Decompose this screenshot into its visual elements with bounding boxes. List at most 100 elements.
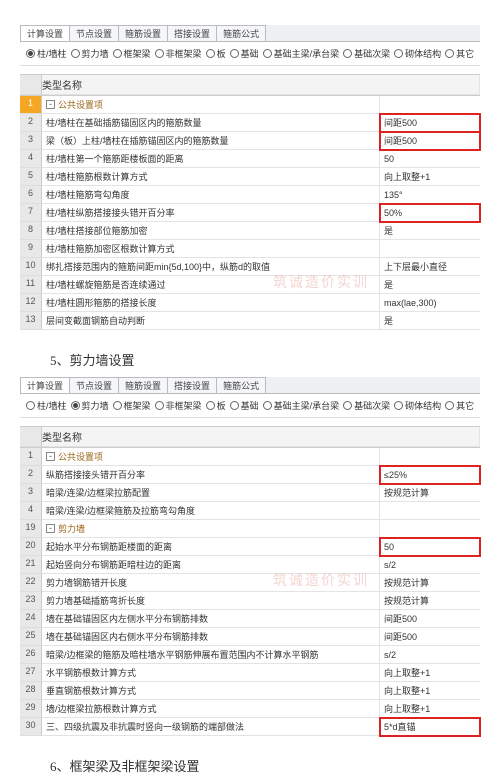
row-value[interactable]: s/2 (380, 646, 480, 664)
tab-calc-settings[interactable]: 计算设置 (20, 25, 70, 41)
table-row[interactable]: 11 柱/墙柱螺旋箍筋是否连续通过是 (20, 276, 480, 294)
row-value[interactable]: 间距500 (380, 132, 480, 150)
table-row[interactable]: 4 柱/墙柱第一个箍筋距楼板面的距离50 (20, 150, 480, 168)
filter-radio[interactable]: 柱/墙柱 (26, 47, 67, 60)
row-value[interactable]: 按规范计算 (380, 484, 480, 502)
row-value[interactable] (380, 502, 480, 520)
filter-radio[interactable]: 其它 (445, 47, 474, 60)
row-value[interactable]: 50 (380, 538, 480, 556)
row-value[interactable]: 50% (380, 204, 480, 222)
filter-label: 板 (217, 399, 226, 412)
filter-radio[interactable]: 柱/墙柱 (26, 399, 67, 412)
table-row[interactable]: 3 暗梁/连梁/边框梁拉筋配置按规范计算 (20, 484, 480, 502)
row-name: 柱/墙柱螺旋箍筋是否连续通过 (42, 276, 380, 294)
grid-header-2: 类型名称 (20, 426, 480, 448)
filter-radio[interactable]: 板 (206, 399, 226, 412)
filter-radio[interactable]: 框架梁 (113, 399, 151, 412)
row-number: 1 (20, 448, 42, 466)
row-value[interactable]: 50 (380, 150, 480, 168)
row-value[interactable]: 是 (380, 276, 480, 294)
row-value[interactable]: 间距500 (380, 114, 480, 132)
row-name: 起始水平分布钢筋距楼面的距离 (42, 538, 380, 556)
table-row[interactable]: 22 剪力墙钢筋错开长度按规范计算 (20, 574, 480, 592)
table-row[interactable]: 29 墙/边框梁拉筋根数计算方式向上取整+1 (20, 700, 480, 718)
table-row[interactable]: 8 柱/墙柱搭接部位箍筋加密是 (20, 222, 480, 240)
table-row[interactable]: 4 暗梁/连梁/边框梁箍筋及拉筋弯勾角度 (20, 502, 480, 520)
row-value[interactable]: 向上取整+1 (380, 664, 480, 682)
filter-radio[interactable]: 其它 (445, 399, 474, 412)
filter-label: 基础次梁 (354, 399, 390, 412)
filter-radio[interactable]: 基础主梁/承台梁 (263, 399, 340, 412)
row-value[interactable]: 向上取整+1 (380, 682, 480, 700)
table-row[interactable]: 23 剪力墙基础插筋弯折长度按规范计算 (20, 592, 480, 610)
row-name: 柱/墙柱搭接部位箍筋加密 (42, 222, 380, 240)
row-value[interactable]: 向上取整+1 (380, 700, 480, 718)
tab-hoop-formula[interactable]: 箍筋公式 (216, 25, 266, 41)
tab-hoop-settings[interactable]: 箍筋设置 (118, 25, 168, 41)
tab-node-settings[interactable]: 节点设置 (69, 25, 119, 41)
row-value[interactable]: 上下层最小直径 (380, 258, 480, 276)
row-value[interactable]: 是 (380, 312, 480, 330)
row-value[interactable]: 5*d直锚 (380, 718, 480, 736)
filter-radio[interactable]: 基础次梁 (343, 47, 390, 60)
collapse-icon[interactable]: - (46, 524, 55, 533)
grid-header: 类型名称 (20, 74, 480, 96)
row-value[interactable]: 按规范计算 (380, 574, 480, 592)
table-row[interactable]: 2 柱/墙柱在基础插筋锚固区内的箍筋数量间距500 (20, 114, 480, 132)
table-row[interactable]: 12 柱/墙柱圆形箍筋的搭接长度max(lae,300) (20, 294, 480, 312)
collapse-icon[interactable]: - (46, 452, 55, 461)
row-value[interactable]: 间距500 (380, 628, 480, 646)
row-value[interactable]: ≤25% (380, 466, 480, 484)
row-name: 柱/墙柱在基础插筋锚固区内的箍筋数量 (42, 114, 380, 132)
tab-lap-settings[interactable]: 搭接设置 (167, 25, 217, 41)
group-shearwall[interactable]: 19 -剪力墙 (20, 520, 480, 538)
table-row[interactable]: 21 起始竖向分布钢筋距暗柱边的距离s/2 (20, 556, 480, 574)
row-number: 22 (20, 574, 42, 592)
filter-radio[interactable]: 基础 (230, 399, 259, 412)
table-row[interactable]: 20 起始水平分布钢筋距楼面的距离50 (20, 538, 480, 556)
table-row[interactable]: 3 梁（板）上柱/墙柱在插筋锚固区内的箍筋数量间距500 (20, 132, 480, 150)
group-public-settings-2[interactable]: 1 -公共设置项 (20, 448, 480, 466)
filter-radio[interactable]: 非框架梁 (155, 399, 202, 412)
row-value[interactable]: 135° (380, 186, 480, 204)
filter-label: 板 (217, 47, 226, 60)
table-row[interactable]: 2 纵筋搭接接头错开百分率≤25% (20, 466, 480, 484)
table-row[interactable]: 13 层间变截面钢筋自动判断是 (20, 312, 480, 330)
filter-radio[interactable]: 剪力墙 (71, 47, 109, 60)
table-row[interactable]: 27 水平钢筋根数计算方式向上取整+1 (20, 664, 480, 682)
tab-calc-settings[interactable]: 计算设置 (20, 377, 70, 393)
table-row[interactable]: 25 墙在基础锚固区内右侧水平分布钢筋排数间距500 (20, 628, 480, 646)
row-value[interactable]: 间距500 (380, 610, 480, 628)
filter-radio[interactable]: 剪力墙 (71, 399, 109, 412)
row-value[interactable]: 按规范计算 (380, 592, 480, 610)
row-value[interactable] (380, 240, 480, 258)
filter-radio[interactable]: 板 (206, 47, 226, 60)
tab-lap-settings[interactable]: 搭接设置 (167, 377, 217, 393)
collapse-icon[interactable]: - (46, 100, 55, 109)
filter-radio[interactable]: 基础主梁/承台梁 (263, 47, 340, 60)
row-value[interactable]: 是 (380, 222, 480, 240)
table-row[interactable]: 9 柱/墙柱箍筋加密区根数计算方式 (20, 240, 480, 258)
tab-hoop-formula[interactable]: 箍筋公式 (216, 377, 266, 393)
table-row[interactable]: 26 暗梁/边框梁的箍筋及暗柱墙水平钢筋伸展布置范围内不计算水平钢筋s/2 (20, 646, 480, 664)
filter-radio[interactable]: 基础次梁 (343, 399, 390, 412)
tab-node-settings[interactable]: 节点设置 (69, 377, 119, 393)
table-row[interactable]: 7 柱/墙柱纵筋搭接接头错开百分率50% (20, 204, 480, 222)
filter-radio[interactable]: 非框架梁 (155, 47, 202, 60)
table-row[interactable]: 30 三、四级抗震及非抗震时竖向一级钢筋的端部做法5*d直锚 (20, 718, 480, 736)
row-value[interactable]: s/2 (380, 556, 480, 574)
table-row[interactable]: 5 柱/墙柱箍筋根数计算方式向上取整+1 (20, 168, 480, 186)
filter-radio[interactable]: 基础 (230, 47, 259, 60)
table-row[interactable]: 10 绑扎搭接范围内的箍筋间距min{5d,100}中，纵筋d的取值上下层最小直… (20, 258, 480, 276)
row-value[interactable]: 向上取整+1 (380, 168, 480, 186)
filter-radio[interactable]: 砌体结构 (394, 399, 441, 412)
row-value[interactable]: max(lae,300) (380, 294, 480, 312)
table-row[interactable]: 24 墙在基础锚固区内左侧水平分布钢筋排数间距500 (20, 610, 480, 628)
table-row[interactable]: 6 柱/墙柱箍筋弯勾角度135° (20, 186, 480, 204)
filter-radio[interactable]: 砌体结构 (394, 47, 441, 60)
table-row[interactable]: 28 垂直钢筋根数计算方式向上取整+1 (20, 682, 480, 700)
filter-radio[interactable]: 框架梁 (113, 47, 151, 60)
group-public-settings[interactable]: 1 -公共设置项 (20, 96, 480, 114)
tab-hoop-settings[interactable]: 箍筋设置 (118, 377, 168, 393)
row-number: 11 (20, 276, 42, 294)
